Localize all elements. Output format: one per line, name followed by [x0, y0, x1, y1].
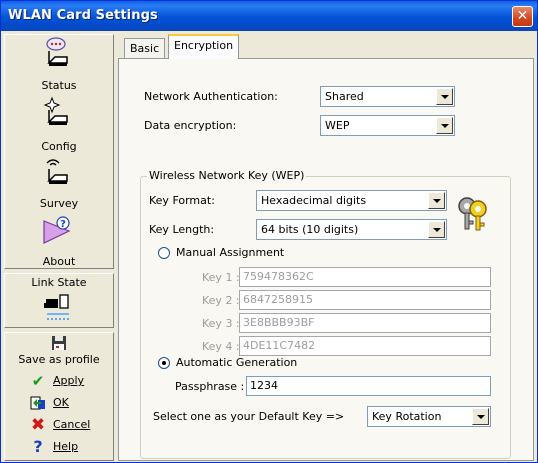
save-profile-icon: [52, 336, 66, 350]
data-encryption-label: Data encryption:: [144, 119, 237, 132]
ok-label: OK: [53, 396, 69, 409]
save-profile-button[interactable]: Save as profile: [5, 335, 113, 369]
ok-icon: [30, 396, 45, 410]
apply-label: Apply: [53, 374, 85, 387]
title-bar[interactable]: WLAN Card Settings ✕: [1, 1, 537, 31]
nav-panel: Status Config Survey ? About: [4, 34, 114, 269]
data-encryption-select[interactable]: WEP: [320, 115, 455, 136]
window-title: WLAN Card Settings: [8, 8, 158, 23]
network-auth-select[interactable]: Shared: [320, 86, 455, 107]
chevron-down-icon: [436, 88, 453, 105]
save-profile-label: Save as profile: [18, 353, 100, 366]
automatic-generation-radio[interactable]: [158, 357, 170, 369]
cancel-x-icon: ✖: [30, 415, 46, 435]
nav-config[interactable]: Config: [5, 96, 113, 153]
manual-assignment-radio[interactable]: [158, 247, 170, 259]
nav-status[interactable]: Status: [5, 37, 113, 94]
ok-button[interactable]: OK: [5, 393, 113, 413]
key1-label: Key 1 :: [202, 271, 240, 284]
network-auth-label: Network Authentication:: [144, 90, 278, 103]
nav-status-label: Status: [41, 79, 77, 92]
tab-encryption-label: Encryption: [174, 39, 234, 52]
key3-input[interactable]: 3E8BBB93BF: [239, 313, 491, 333]
automatic-generation-label[interactable]: Automatic Generation: [176, 356, 297, 369]
content-area: Basic Encryption Network Authentication:…: [118, 34, 534, 461]
wlan-settings-window: WLAN Card Settings ✕ Status Config Surve…: [0, 0, 538, 463]
sidebar: Status Config Survey ? About Link State …: [4, 34, 114, 461]
key-length-select[interactable]: 64 bits (10 digits): [256, 219, 447, 240]
chevron-down-icon: [428, 221, 445, 238]
default-key-select[interactable]: Key Rotation: [367, 406, 491, 427]
key4-label: Key 4 :: [202, 340, 240, 353]
apply-button[interactable]: ✔ Apply: [5, 371, 113, 391]
data-encryption-value: WEP: [325, 119, 350, 132]
tab-basic[interactable]: Basic: [124, 38, 166, 60]
nav-about[interactable]: ? About: [5, 213, 113, 270]
nav-survey[interactable]: Survey: [5, 155, 113, 212]
help-button[interactable]: ? Help: [5, 437, 113, 457]
chevron-down-icon: [428, 192, 445, 209]
nav-config-label: Config: [41, 140, 77, 153]
status-icon: [46, 37, 68, 66]
help-label: Help: [53, 440, 79, 453]
network-auth-value: Shared: [325, 90, 364, 103]
link-state-icon: [44, 294, 69, 320]
passphrase-label: Passphrase :: [175, 380, 245, 393]
key2-input[interactable]: 6847258915: [239, 290, 491, 310]
cancel-label: Cancel: [53, 418, 91, 431]
cancel-button[interactable]: ✖ Cancel: [5, 415, 113, 435]
close-icon: ✕: [516, 8, 529, 24]
nav-about-label: About: [42, 255, 76, 268]
link-state-panel: Link State: [4, 273, 114, 328]
default-key-value: Key Rotation: [372, 410, 442, 423]
link-state-label: Link State: [31, 276, 87, 289]
apply-check-icon: ✔: [31, 372, 45, 390]
key4-input[interactable]: 4DE11C7482: [239, 336, 491, 356]
chevron-down-icon: [472, 408, 489, 425]
passphrase-input[interactable]: 1234: [246, 376, 491, 396]
wep-group-title: Wireless Network Key (WEP): [147, 169, 307, 182]
key-format-select[interactable]: Hexadecimal digits: [256, 190, 447, 211]
key1-input[interactable]: 759478362C: [239, 267, 491, 287]
about-icon: ?: [43, 216, 71, 244]
key-format-label: Key Format:: [149, 194, 215, 207]
actions-panel: Save as profile ✔ Apply OK ✖ Cancel ? He…: [4, 332, 114, 461]
keys-icon: [458, 197, 487, 231]
survey-icon: [46, 159, 68, 184]
key2-label: Key 2 :: [202, 294, 240, 307]
tab-encryption[interactable]: Encryption: [168, 34, 240, 59]
config-icon: [43, 96, 68, 125]
key-format-value: Hexadecimal digits: [261, 194, 367, 207]
manual-assignment-label[interactable]: Manual Assignment: [176, 246, 284, 259]
key-length-label: Key Length:: [149, 223, 215, 236]
svg-text:?: ?: [60, 219, 66, 230]
encryption-tab-page: Network Authentication: Shared Data encr…: [118, 58, 534, 461]
nav-survey-label: Survey: [39, 197, 79, 210]
close-button[interactable]: ✕: [512, 6, 533, 27]
help-question-icon: ?: [33, 437, 43, 456]
default-key-label: Select one as your Default Key =>: [153, 410, 345, 423]
key3-label: Key 3 :: [202, 317, 240, 330]
tab-basic-label: Basic: [130, 42, 160, 55]
chevron-down-icon: [436, 117, 453, 134]
key-length-value: 64 bits (10 digits): [261, 223, 359, 236]
